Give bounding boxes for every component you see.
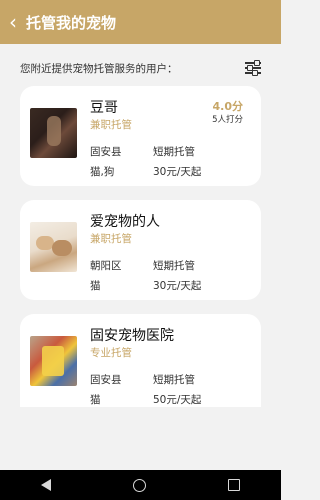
app-header: ‹ 托管我的宠物 xyxy=(0,0,281,44)
triangle-back-icon[interactable] xyxy=(41,479,51,491)
duration-text: 短期托管 xyxy=(153,146,195,158)
caretaker-tag: 兼职托管 xyxy=(90,119,132,131)
pets-text: 猫,狗 xyxy=(90,166,115,178)
duration-text: 短期托管 xyxy=(153,374,195,386)
caretaker-tag: 兼职托管 xyxy=(90,233,132,245)
caretaker-photo xyxy=(30,222,77,272)
caretaker-name: 爱宠物的人 xyxy=(90,214,160,230)
circle-home-icon[interactable] xyxy=(133,478,146,492)
caretaker-tag: 专业托管 xyxy=(90,347,132,359)
location-text: 固安县 xyxy=(90,146,122,158)
list-intro-text: 您附近提供宠物托管服务的用户： xyxy=(20,62,178,75)
caretaker-card[interactable]: 固安宠物医院 专业托管 固安县 短期托管 猫 50元/天起 xyxy=(20,314,261,407)
pets-text: 猫 xyxy=(90,394,101,406)
chevron-left-icon: ‹ xyxy=(9,10,17,34)
square-recents-icon[interactable] xyxy=(228,479,240,491)
system-nav-bar xyxy=(0,470,281,500)
duration-text: 短期托管 xyxy=(153,260,195,272)
caretaker-photo xyxy=(30,108,77,158)
location-text: 固安县 xyxy=(90,374,122,386)
page-title: 托管我的宠物 xyxy=(26,13,117,32)
price-text: 30元/天起 xyxy=(153,280,202,292)
price-text: 50元/天起 xyxy=(153,394,202,406)
caretaker-card[interactable]: 爱宠物的人 兼职托管 朝阳区 短期托管 猫 30元/天起 xyxy=(20,200,261,300)
pets-text: 猫 xyxy=(90,280,101,292)
caretaker-name: 豆哥 xyxy=(90,100,118,116)
caretaker-card[interactable]: 豆哥 兼职托管 4.0分 5人打分 固安县 短期托管 猫,狗 30元/天起 xyxy=(20,86,261,186)
caretaker-photo xyxy=(30,336,77,386)
rating-count: 5人打分 xyxy=(212,115,243,125)
rating-score: 4.0分 xyxy=(212,100,244,113)
list-intro-bar: 您附近提供宠物托管服务的用户： xyxy=(0,56,281,80)
price-text: 30元/天起 xyxy=(153,166,202,178)
sliders-icon[interactable] xyxy=(245,60,261,76)
back-button[interactable]: ‹ xyxy=(0,0,26,44)
location-text: 朝阳区 xyxy=(90,260,122,272)
caretaker-name: 固安宠物医院 xyxy=(90,328,174,344)
